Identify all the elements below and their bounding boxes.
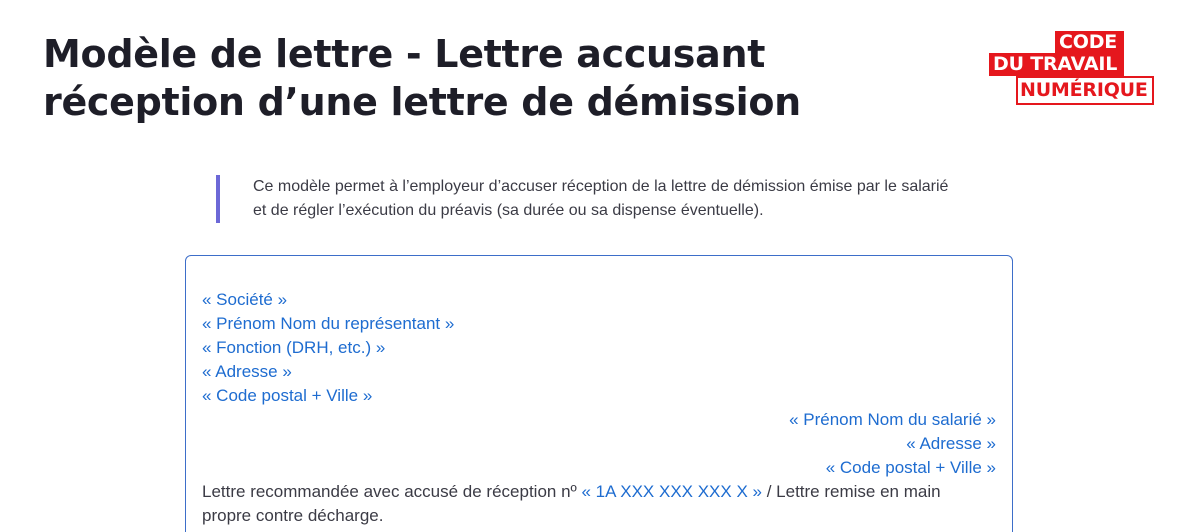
page-title: Modèle de lettre - Lettre accusant récep… — [43, 30, 863, 126]
recipient-address-placeholder: « Adresse » — [906, 434, 996, 453]
sender-block: « Société » « Prénom Nom du représentant… — [202, 288, 454, 408]
letter-template-box: « Société » « Prénom Nom du représentant… — [185, 255, 1013, 532]
logo-line-code: CODE — [1055, 31, 1124, 54]
tracking-number-placeholder: « 1A XXX XXX XXX X » — [581, 482, 762, 501]
sender-representative-placeholder: « Prénom Nom du représentant » — [202, 314, 455, 333]
intro-line-1: Ce modèle permet à l’employeur d’accuser… — [253, 178, 949, 195]
delivery-mention: Lettre recommandée avec accusé de récept… — [202, 480, 992, 528]
delivery-mention-prefix: Lettre recommandée avec accusé de récept… — [202, 482, 582, 501]
intro-line-2: et de régler l’exécution du préavis (sa … — [253, 202, 764, 219]
page-title-line-2: réception d’une lettre de démission — [43, 80, 801, 124]
page-title-line-1: Modèle de lettre - Lettre accusant — [43, 32, 766, 76]
recipient-block: « Prénom Nom du salarié » « Adresse » « … — [789, 408, 996, 480]
intro-quote: Ce modèle permet à l’employeur d’accuser… — [216, 175, 1026, 223]
sender-address-placeholder: « Adresse » — [202, 362, 292, 381]
recipient-postcode-city-placeholder: « Code postal + Ville » — [825, 458, 996, 477]
sender-company-placeholder: « Société » — [202, 290, 288, 309]
logo-line-numerique: NUMÉRIQUE — [1016, 76, 1154, 105]
code-du-travail-numerique-logo[interactable]: CODE DU TRAVAIL NUMÉRIQUE — [989, 31, 1155, 107]
recipient-name-placeholder: « Prénom Nom du salarié » — [789, 410, 996, 429]
sender-postcode-city-placeholder: « Code postal + Ville » — [202, 386, 373, 405]
sender-function-placeholder: « Fonction (DRH, etc.) » — [202, 338, 386, 357]
logo-line-du-travail: DU TRAVAIL — [989, 53, 1124, 76]
page: Modèle de lettre - Lettre accusant récep… — [0, 0, 1196, 532]
